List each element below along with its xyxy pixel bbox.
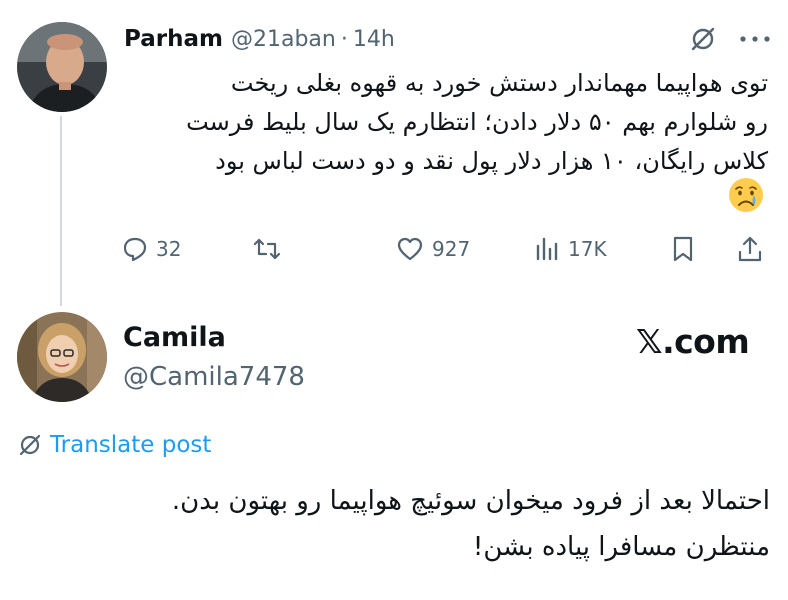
avatar[interactable] xyxy=(17,312,107,402)
views-button[interactable]: 17K xyxy=(534,232,607,266)
x-com-watermark: 𝕏.com xyxy=(636,322,750,361)
post-actions-bar: 32 927 17K xyxy=(0,232,788,266)
reply-count: 32 xyxy=(156,237,182,261)
post-text-line: رو شلوارم بهم ۵۰ دلار دادن؛ انتظارم یک س… xyxy=(186,108,768,136)
author-handle[interactable]: @21aban xyxy=(231,27,336,52)
bookmark-button[interactable] xyxy=(671,232,695,266)
share-icon xyxy=(738,236,762,262)
post-timestamp[interactable]: 14h xyxy=(353,27,395,52)
separator-dot: · xyxy=(340,26,348,52)
post-header: Parham @21aban · 14h xyxy=(124,24,395,54)
post-text: احتمالا بعد از فرود میخوان سوئیچ هواپیما… xyxy=(60,478,770,570)
more-options-icon[interactable] xyxy=(738,34,772,44)
post-text: توی هواپیما مهماندار دستش خورد به قهوه ب… xyxy=(110,64,768,181)
post-text-line: کلاس رایگان، ۱۰ هزار دلار پول نقد و دو د… xyxy=(215,147,768,175)
views-chart-icon xyxy=(536,237,558,261)
like-button[interactable]: 927 xyxy=(396,232,470,266)
reply-icon xyxy=(123,237,147,262)
translate-post-label: Translate post xyxy=(50,432,212,458)
share-button[interactable] xyxy=(737,232,763,266)
translate-post-link[interactable]: Translate post xyxy=(18,432,211,458)
heart-icon xyxy=(397,237,423,261)
author-name[interactable]: Parham xyxy=(124,26,223,52)
repost-icon xyxy=(253,238,281,260)
like-count: 927 xyxy=(432,237,471,261)
grok-icon[interactable] xyxy=(690,26,716,52)
post-text-line: منتظرن مسافرا پیاده بشن! xyxy=(472,532,770,562)
bookmark-icon xyxy=(673,236,693,262)
post-text-line: توی هواپیما مهماندار دستش خورد به قهوه ب… xyxy=(230,69,768,97)
reply-button[interactable]: 32 xyxy=(122,232,181,266)
avatar[interactable] xyxy=(17,22,107,112)
translate-globe-icon xyxy=(19,434,41,456)
thread-connector-line xyxy=(60,116,62,306)
author-handle[interactable]: @Camila7478 xyxy=(123,362,305,392)
post-text-line: احتمالا بعد از فرود میخوان سوئیچ هواپیما… xyxy=(171,486,770,516)
crying-face-emoji-icon xyxy=(729,178,763,212)
author-name[interactable]: Camila xyxy=(123,322,226,353)
repost-button[interactable] xyxy=(252,232,290,266)
views-count: 17K xyxy=(568,237,607,261)
